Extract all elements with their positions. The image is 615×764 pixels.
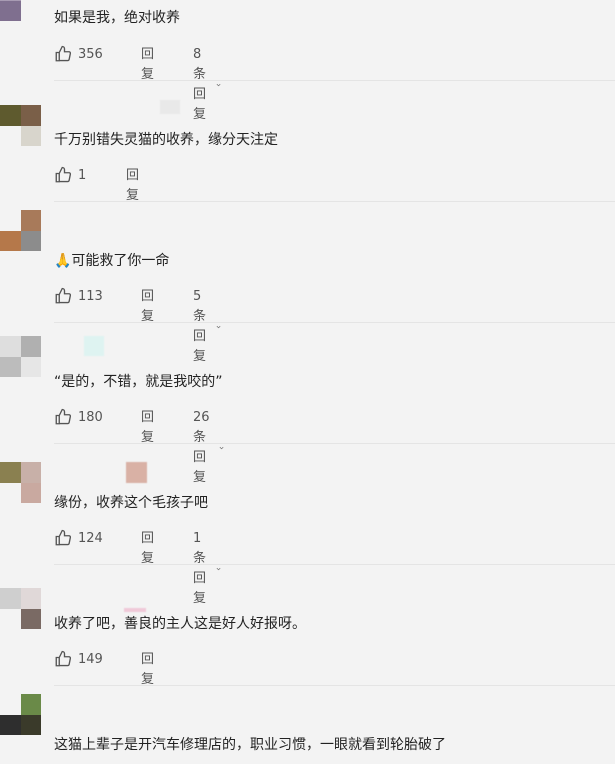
reply-button[interactable]: 回复 (126, 166, 139, 206)
reply-button[interactable]: 回复 (141, 650, 154, 690)
divider (54, 201, 615, 202)
thumbs-up-icon (55, 408, 72, 425)
avatar[interactable] (0, 588, 41, 629)
comment-text: 缘份，收养这个毛孩子吧 (54, 495, 208, 511)
like-count: 1 (78, 167, 87, 183)
thumbs-up-icon (55, 650, 72, 667)
divider (54, 564, 615, 565)
divider (54, 685, 615, 686)
divider (54, 80, 615, 81)
avatar[interactable] (0, 336, 41, 377)
reply-button[interactable]: 回复 (141, 287, 154, 327)
reply-button[interactable]: 回复 (141, 45, 154, 85)
view-replies-button[interactable]: 8条回复 (193, 45, 221, 125)
nickname (84, 336, 104, 356)
like-count: 180 (78, 409, 103, 425)
avatar[interactable] (0, 462, 41, 503)
like-button[interactable]: 180 (54, 408, 103, 426)
like-button[interactable]: 149 (54, 650, 103, 668)
reply-button[interactable]: 回复 (141, 529, 154, 569)
comment-text: “是的，不错，就是我咬的” (54, 374, 223, 390)
divider (54, 443, 615, 444)
like-count: 356 (78, 46, 103, 62)
comment-text: 收养了吧，善良的主人这是好人好报呀。 (54, 616, 306, 632)
comment-text: 千万别错失灵猫的收养，缘分天注定 (54, 132, 278, 148)
view-replies-button[interactable]: 5条回复 (193, 287, 221, 367)
view-replies-label: 8条回复 (193, 47, 207, 122)
like-button[interactable]: 1 (54, 166, 86, 184)
like-button[interactable]: 124 (54, 529, 103, 547)
thumbs-up-icon (55, 166, 72, 183)
avatar[interactable] (0, 0, 41, 21)
view-replies-label: 26条回复 (193, 410, 210, 485)
nickname (124, 608, 146, 612)
divider (54, 322, 615, 323)
comment-text: 🙏可能救了你一命 (54, 253, 170, 269)
view-replies-button[interactable]: 1条回复 (193, 529, 221, 609)
view-replies-button[interactable]: 26条回复 (193, 408, 225, 488)
thumbs-up-icon (55, 45, 72, 62)
like-count: 113 (78, 288, 103, 304)
reply-button[interactable]: 回复 (141, 408, 154, 448)
like-count: 149 (78, 651, 103, 667)
thumbs-up-icon (55, 287, 72, 304)
view-replies-label: 5条回复 (193, 289, 207, 364)
like-count: 124 (78, 530, 103, 546)
avatar[interactable] (0, 694, 41, 735)
nickname (126, 462, 147, 483)
avatar[interactable] (0, 210, 41, 251)
view-replies-label: 1条回复 (193, 531, 207, 606)
thumbs-up-icon (55, 529, 72, 546)
like-button[interactable]: 113 (54, 287, 103, 305)
comment-text: 如果是我，绝对收养 (54, 10, 180, 26)
like-button[interactable]: 356 (54, 45, 103, 63)
comment-text: 这猫上辈子是开汽车修理店的，职业习惯，一眼就看到轮胎破了 (54, 737, 446, 753)
nickname (160, 100, 180, 114)
avatar[interactable] (0, 105, 41, 146)
